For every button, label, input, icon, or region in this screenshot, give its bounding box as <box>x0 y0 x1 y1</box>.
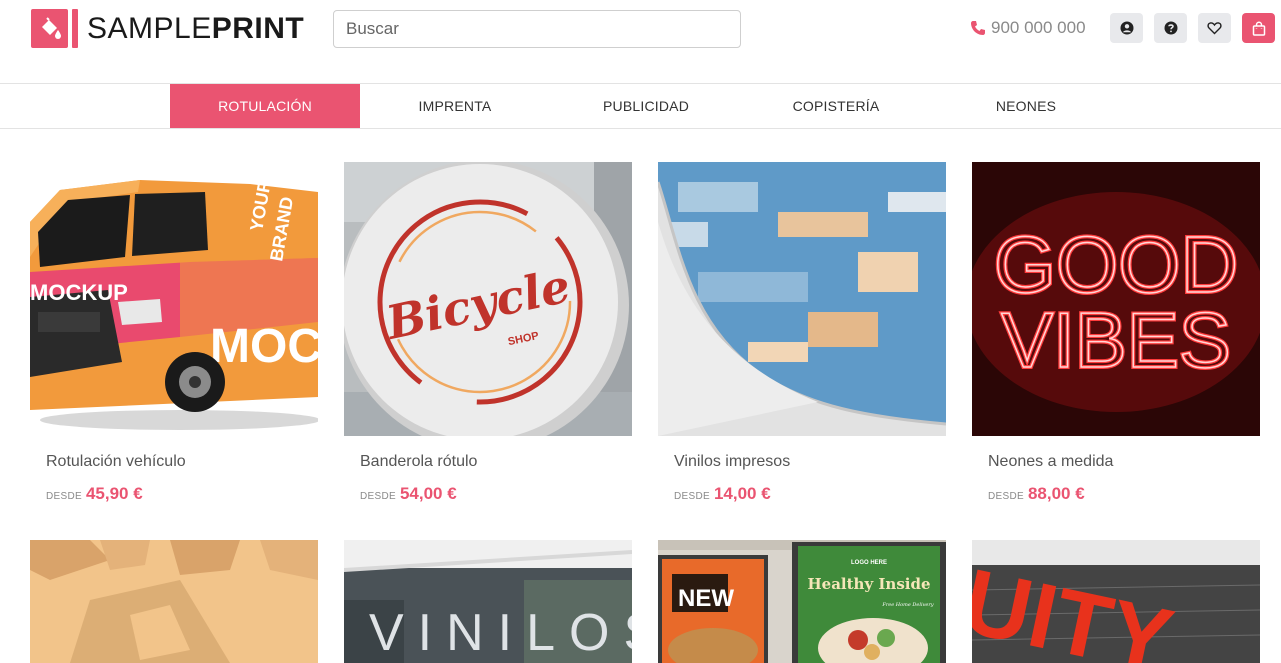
product-price: DESDE 54,00 € <box>360 484 457 504</box>
neon-text-vibes-core: VIBES <box>1001 296 1231 384</box>
price-from-label: DESDE <box>674 491 710 502</box>
window-text-vinilos: VINILOS <box>369 604 632 662</box>
product-image-channel-letters[interactable]: UITY <box>972 540 1260 663</box>
phone-number: 900 000 000 <box>991 18 1086 37</box>
price-value: 45,90 € <box>85 484 143 503</box>
poster-text-new: NEW <box>678 585 734 612</box>
product-price: DESDE 88,00 € <box>988 484 1085 504</box>
site-logo[interactable]: SAMPLEPRINT <box>31 9 304 48</box>
product-image-window-vinyl[interactable]: VINILOS <box>344 540 632 663</box>
product-image-neon[interactable]: GOOD GOOD VIBES VIBES <box>972 162 1260 436</box>
nav-item-rotulacion[interactable]: ROTULACIÓN <box>170 84 360 128</box>
poster-text-delivery: Free Home Delivery <box>881 602 933 608</box>
van-text-mockup-front: MOCKUP <box>30 280 128 305</box>
price-from-label: DESDE <box>46 491 82 502</box>
nav-item-publicidad[interactable]: PUBLICIDAD <box>551 84 741 128</box>
main-navigation: ROTULACIÓN IMPRENTA PUBLICIDAD COPISTERÍ… <box>0 84 1281 129</box>
help-button[interactable] <box>1154 13 1187 43</box>
product-title[interactable]: Banderola rótulo <box>360 453 477 471</box>
logo-text: SAMPLEPRINT <box>87 9 304 48</box>
nav-item-neones[interactable]: NEONES <box>931 84 1121 128</box>
logo-text-light: SAMPLE <box>87 12 212 45</box>
search-input[interactable] <box>333 10 741 48</box>
price-from-label: DESDE <box>360 491 396 502</box>
paint-bucket-logo-icon <box>31 9 79 48</box>
shopping-bag-icon <box>1252 21 1265 36</box>
logo-text-bold: PRINT <box>211 12 305 45</box>
product-title[interactable]: Rotulación vehículo <box>46 453 186 471</box>
product-image-wood-letters[interactable] <box>30 540 318 663</box>
product-image-vinyl[interactable] <box>658 162 946 436</box>
product-price: DESDE 45,90 € <box>46 484 143 504</box>
heart-icon <box>1207 22 1222 35</box>
poster-text-healthy: Healthy Inside <box>807 575 930 593</box>
product-title[interactable]: Vinilos impresos <box>674 453 790 471</box>
product-title[interactable]: Neones a medida <box>988 453 1113 471</box>
cart-button[interactable] <box>1242 13 1275 43</box>
account-button[interactable] <box>1110 13 1143 43</box>
van-text-mockup-side: MOCKUP <box>210 320 318 373</box>
price-from-label: DESDE <box>988 491 1024 502</box>
nav-item-copisteria[interactable]: COPISTERÍA <box>741 84 931 128</box>
product-price: DESDE 14,00 € <box>674 484 771 504</box>
phone-icon <box>971 21 985 35</box>
product-image-van[interactable]: YOUR BRAND MOCKUP MOCKUP <box>30 162 318 436</box>
wishlist-button[interactable] <box>1198 13 1231 43</box>
site-header: SAMPLEPRINT 900 000 000 <box>0 0 1281 84</box>
product-image-posters[interactable]: NEW LOGO HERE Healthy Inside Free Home D… <box>658 540 946 663</box>
user-icon <box>1120 21 1133 35</box>
phone-link[interactable]: 900 000 000 <box>970 16 1086 40</box>
poster-text-logo: LOGO HERE <box>851 560 887 566</box>
nav-item-imprenta[interactable]: IMPRENTA <box>360 84 550 128</box>
help-icon <box>1164 21 1177 35</box>
price-value: 88,00 € <box>1027 484 1085 503</box>
price-value: 54,00 € <box>399 484 457 503</box>
product-image-sign[interactable]: Bicycle SHOP <box>344 162 632 436</box>
price-value: 14,00 € <box>713 484 771 503</box>
